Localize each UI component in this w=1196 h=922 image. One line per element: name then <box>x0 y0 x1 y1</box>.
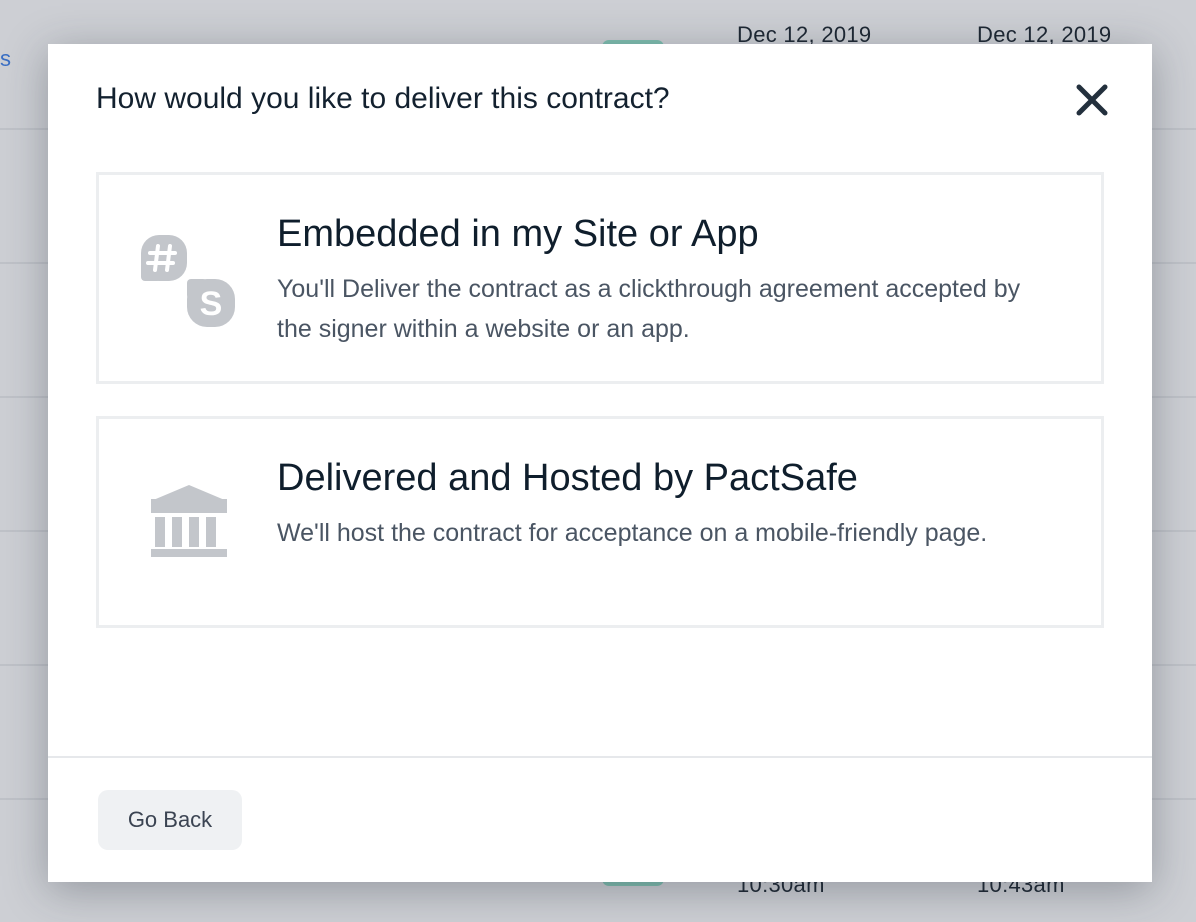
option-embedded[interactable]: S Embedded in my Site or App You'll Deli… <box>96 172 1104 384</box>
svg-text:S: S <box>200 285 223 323</box>
option-hosted[interactable]: Delivered and Hosted by PactSafe We'll h… <box>96 416 1104 628</box>
slack-skype-icon: S <box>137 231 241 335</box>
modal-title: How would you like to deliver this contr… <box>96 82 670 115</box>
bank-building-icon <box>137 475 241 579</box>
option-title: Delivered and Hosted by PactSafe <box>277 457 858 499</box>
option-description: You'll Deliver the contract as a clickth… <box>277 275 1021 343</box>
background-link[interactable]: s <box>0 46 11 72</box>
footer-divider <box>48 756 1152 758</box>
delivery-method-modal: How would you like to deliver this contr… <box>48 44 1152 882</box>
option-description: We'll host the contract for acceptance o… <box>277 519 988 547</box>
close-button[interactable] <box>1072 80 1112 120</box>
go-back-button[interactable]: Go Back <box>98 790 242 850</box>
close-icon <box>1076 84 1108 116</box>
option-title: Embedded in my Site or App <box>277 213 759 255</box>
